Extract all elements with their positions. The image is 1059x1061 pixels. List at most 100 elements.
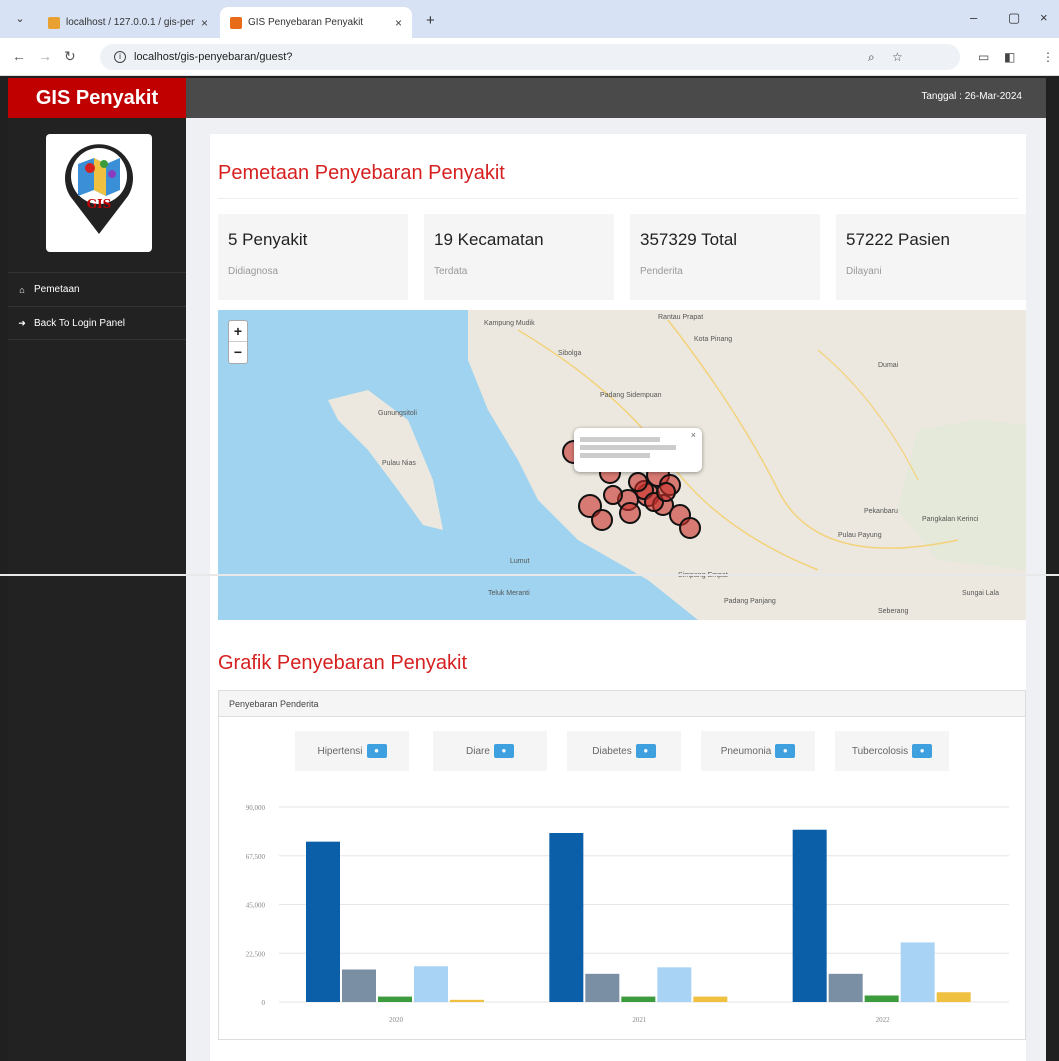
map-label: Pulau Nias: [382, 460, 416, 467]
popup-text-line: [580, 453, 650, 458]
svg-text:GIS: GIS: [87, 197, 112, 211]
map-label: Kampung Mudik: [484, 320, 535, 327]
filter-button-hipertensi[interactable]: Hipertensi ●: [295, 731, 409, 771]
popup-text-line: [580, 437, 660, 442]
y-tick-label: 90,000: [246, 804, 266, 812]
x-tick-label: 2021: [632, 1016, 647, 1024]
close-tab-icon[interactable]: ×: [395, 16, 402, 30]
main-content: Pemetaan Penyebaran Penyakit 5 Penyakit …: [186, 118, 1046, 1061]
eye-icon[interactable]: ●: [775, 744, 796, 758]
zoom-in-button[interactable]: +: [229, 321, 247, 342]
map-label: Pangkalan Kerinci: [922, 516, 979, 523]
map-label: Pulau Payung: [838, 532, 882, 539]
map-label: Gunungsitoli: [378, 410, 417, 417]
sidebar-item-login[interactable]: ➜ Back To Login Panel: [8, 306, 186, 340]
back-icon[interactable]: ←: [12, 48, 26, 64]
disease-bar-chart: 0 22,500 45,000 67,500 90,000 2020 2021 2022: [246, 804, 1009, 1024]
address-bar: ← → ↻ i localhost/gis-penyebaran/guest? …: [0, 38, 1059, 76]
extensions-icon[interactable]: ▭: [978, 50, 989, 64]
browser-tab-gis[interactable]: GIS Penyebaran Penyakit ×: [220, 7, 412, 38]
map-label: Dumai: [878, 362, 899, 369]
site-info-icon[interactable]: i: [114, 51, 126, 63]
map-label: Kota Pinang: [694, 336, 733, 343]
chart-bar-diabetes-2022[interactable]: [864, 995, 899, 1003]
map-label: Sungai Lala: [962, 590, 999, 597]
logo: GIS: [46, 134, 152, 252]
browser-tab-phpmyadmin[interactable]: localhost / 127.0.0.1 / gis-peny ×: [38, 7, 218, 38]
browser-tab-bar: ⌄ localhost / 127.0.0.1 / gis-peny × GIS…: [0, 0, 1059, 38]
date-label: Tanggal : 26-Mar-2024: [921, 91, 1022, 102]
stat-card-kecamatan: 19 Kecamatan Terdata: [424, 214, 614, 300]
phpmyadmin-icon: [48, 16, 60, 29]
map-label: Pekanbaru: [864, 508, 898, 515]
filter-button-diare[interactable]: Diare ●: [433, 731, 547, 771]
popup-text-line: [580, 445, 676, 450]
map-popup: ×: [574, 428, 702, 472]
chart-panel-header: Penyebaran Penderita: [219, 691, 1025, 717]
chart-bar-pneumonia-2022[interactable]: [900, 942, 935, 1002]
chart-bar-tubercolosis-2020[interactable]: [450, 999, 484, 1002]
close-window-icon[interactable]: ×: [1040, 10, 1048, 25]
stat-card-penyakit: 5 Penyakit Didiagnosa: [218, 214, 408, 300]
chart-bar-tubercolosis-2022[interactable]: [936, 992, 971, 1002]
brand-title[interactable]: GIS Penyakit: [8, 78, 186, 118]
bookmark-star-icon[interactable]: ☆: [892, 50, 903, 64]
url-input[interactable]: i localhost/gis-penyebaran/guest?: [100, 44, 960, 70]
tab-search-icon[interactable]: ⌄: [12, 11, 28, 27]
map-label: Teluk Meranti: [488, 590, 530, 597]
eye-icon[interactable]: ●: [493, 744, 514, 758]
content-card: Pemetaan Penyebaran Penyakit 5 Penyakit …: [210, 134, 1026, 1061]
y-tick-label: 22,500: [246, 950, 266, 958]
popup-close-icon[interactable]: ×: [691, 431, 696, 440]
chart-bar-hipertensi-2020[interactable]: [306, 841, 340, 1002]
sidebar-item-pemetaan[interactable]: ⌂ Pemetaan: [8, 272, 186, 306]
screenshot-seam: [0, 574, 1059, 576]
chart-bar-pneumonia-2020[interactable]: [414, 966, 448, 1002]
maximize-icon[interactable]: ▢: [1008, 10, 1020, 26]
stat-card-total: 357329 Total Penderita: [630, 214, 820, 300]
forward-icon[interactable]: →: [38, 48, 52, 64]
chart-panel: Penyebaran Penderita Hipertensi ● Diare ● …: [218, 690, 1026, 1040]
x-tick-label: 2020: [389, 1016, 404, 1024]
page-title: Pemetaan Penyebaran Penyakit: [218, 162, 505, 184]
chart-bar-pneumonia-2021[interactable]: [657, 967, 692, 1002]
chart-bar-hipertensi-2021[interactable]: [549, 833, 584, 1002]
chart-bar-diare-2021[interactable]: [585, 973, 620, 1002]
zoom-out-button[interactable]: −: [229, 342, 247, 363]
top-navbar: Tanggal : 26-Mar-2024: [186, 78, 1046, 118]
chart-bar-tubercolosis-2021[interactable]: [693, 996, 728, 1002]
menu-icon[interactable]: ⋮: [1042, 50, 1054, 64]
y-tick-label: 0: [262, 999, 266, 1007]
new-tab-button[interactable]: +: [426, 12, 435, 29]
chart-bar-hipertensi-2022[interactable]: [792, 829, 827, 1002]
chart-bar-diabetes-2020[interactable]: [378, 996, 412, 1002]
close-tab-icon[interactable]: ×: [201, 16, 208, 30]
sidepanel-icon[interactable]: ◧: [1004, 50, 1015, 64]
eye-icon[interactable]: ●: [912, 744, 933, 758]
eye-icon[interactable]: ●: [635, 744, 656, 758]
filter-button-tubercolosis[interactable]: Tubercolosis ●: [835, 731, 949, 771]
map-label: Sibolga: [558, 350, 582, 357]
y-tick-label: 67,500: [246, 853, 266, 861]
chart-bar-diare-2022[interactable]: [828, 973, 863, 1002]
gis-tab-icon: [230, 16, 242, 29]
reload-icon[interactable]: ↻: [64, 48, 76, 65]
sidebar: GIS ⌂ Pemetaan ➜ Back To Login Panel: [8, 118, 186, 1061]
divider: [218, 198, 1018, 199]
map-label: Rantau Prapat: [658, 314, 704, 321]
filter-button-pneumonia[interactable]: Pneumonia ●: [701, 731, 815, 771]
map-label: Padang Sidempuan: [600, 392, 662, 399]
chart-section-title: Grafik Penyebaran Penyakit: [218, 652, 468, 674]
map-zoom-control: + −: [228, 320, 248, 364]
x-tick-label: 2022: [876, 1016, 891, 1024]
map-label: Seberang: [878, 608, 909, 615]
sign-in-icon: ➜: [18, 317, 26, 328]
gis-logo-icon: GIS: [65, 144, 133, 234]
map-label: Lumut: [510, 558, 530, 565]
zoom-icon[interactable]: ⌕: [868, 50, 875, 65]
chart-bar-diare-2020[interactable]: [342, 969, 376, 1003]
eye-icon[interactable]: ●: [366, 744, 387, 758]
minimize-icon[interactable]: –: [970, 10, 977, 25]
filter-button-diabetes[interactable]: Diabetes ●: [567, 731, 681, 771]
chart-bar-diabetes-2021[interactable]: [621, 996, 656, 1002]
